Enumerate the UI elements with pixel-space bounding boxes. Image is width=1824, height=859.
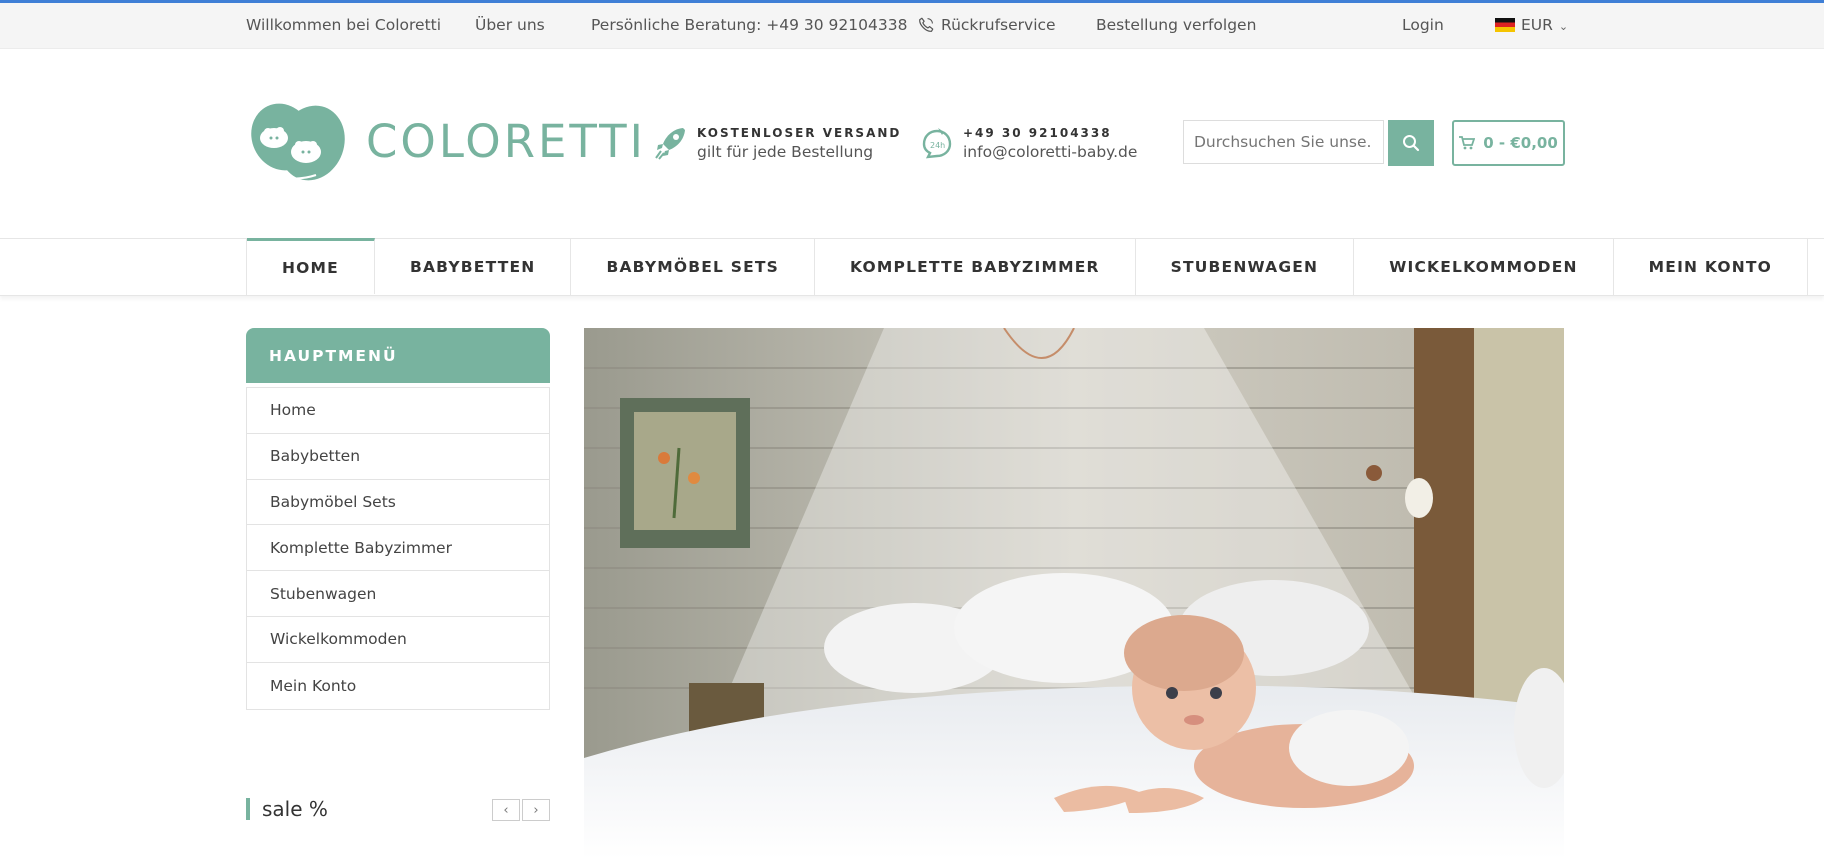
svg-text:24h: 24h	[930, 141, 945, 150]
callback-link[interactable]: Rückrufservice	[917, 16, 1056, 34]
nav-item-stubenwagen[interactable]: STUBENWAGEN	[1136, 239, 1355, 295]
shipping-subtitle: gilt für jede Bestellung	[697, 143, 874, 161]
sale-carousel-controls: ‹ ›	[490, 799, 550, 821]
login-link[interactable]: Login	[1402, 16, 1444, 34]
contact-email[interactable]: info@coloretti-baby.de	[963, 143, 1137, 161]
main-navigation: HOME BABYBETTEN BABYMÖBEL SETS KOMPLETTE…	[0, 238, 1824, 296]
hero-banner-image[interactable]	[584, 328, 1564, 859]
sidebar-item-komplette-babyzimmer[interactable]: Komplette Babyzimmer	[247, 525, 549, 572]
callback-label: Rückrufservice	[941, 16, 1056, 34]
nav-item-wickelkommoden[interactable]: WICKELKOMMODEN	[1354, 239, 1614, 295]
shipping-title: KOSTENLOSER VERSAND	[697, 126, 902, 140]
logo-text: COLORETTI	[366, 115, 646, 168]
currency-selector[interactable]: EUR ⌄	[1495, 16, 1568, 34]
logo-emblem	[251, 103, 345, 181]
sidebar-item-stubenwagen[interactable]: Stubenwagen	[247, 571, 549, 617]
chevron-left-icon[interactable]: ‹	[492, 799, 520, 821]
sale-section-title: sale %	[246, 798, 328, 820]
sidebar-item-babymoebel-sets[interactable]: Babymöbel Sets	[247, 480, 549, 526]
nav-item-komplette-babyzimmer[interactable]: KOMPLETTE BABYZIMMER	[815, 239, 1136, 295]
track-order-link[interactable]: Bestellung verfolgen	[1096, 16, 1256, 34]
sidebar-item-wickelkommoden[interactable]: Wickelkommoden	[247, 617, 549, 663]
nav-item-babymoebel-sets[interactable]: BABYMÖBEL SETS	[571, 239, 816, 295]
chevron-down-icon: ⌄	[1558, 20, 1569, 33]
consultation-text: Persönliche Beratung: +49 30 92104338	[591, 16, 908, 34]
cart-button[interactable]: 0 - €0,00	[1452, 120, 1565, 166]
search-button[interactable]	[1388, 120, 1434, 166]
search-icon	[1403, 135, 1420, 152]
nav-item-babybetten[interactable]: BABYBETTEN	[375, 239, 572, 295]
rocket-icon	[655, 128, 685, 160]
welcome-text: Willkommen bei Coloretti	[246, 16, 442, 34]
sidebar-menu: Home Babybetten Babymöbel Sets Komplette…	[246, 387, 550, 710]
nav-item-mein-konto[interactable]: MEIN KONTO	[1614, 239, 1809, 295]
top-bar: Willkommen bei Coloretti Über uns Persön…	[0, 3, 1824, 49]
chevron-right-icon[interactable]: ›	[522, 799, 550, 821]
germany-flag-icon	[1495, 18, 1515, 32]
nav-list: HOME BABYBETTEN BABYMÖBEL SETS KOMPLETTE…	[246, 238, 1809, 295]
logo[interactable]: COLORETTI	[246, 95, 643, 195]
cart-icon	[1459, 136, 1476, 150]
search-input[interactable]	[1183, 120, 1384, 164]
sidebar-item-mein-konto[interactable]: Mein Konto	[247, 663, 549, 709]
sidebar-title: HAUPTMENÜ	[246, 328, 550, 383]
sidebar-item-home[interactable]: Home	[247, 388, 549, 434]
phone-icon	[919, 17, 934, 32]
nav-item-home[interactable]: HOME	[247, 238, 375, 294]
support-icon: 24h	[922, 128, 952, 159]
cart-total: 0 - €0,00	[1483, 134, 1558, 152]
hero-photo	[584, 328, 1564, 859]
currency-label: EUR	[1521, 16, 1553, 34]
contact-phone: +49 30 92104338	[963, 126, 1112, 140]
about-link[interactable]: Über uns	[475, 16, 545, 34]
sidebar-item-babybetten[interactable]: Babybetten	[247, 434, 549, 480]
